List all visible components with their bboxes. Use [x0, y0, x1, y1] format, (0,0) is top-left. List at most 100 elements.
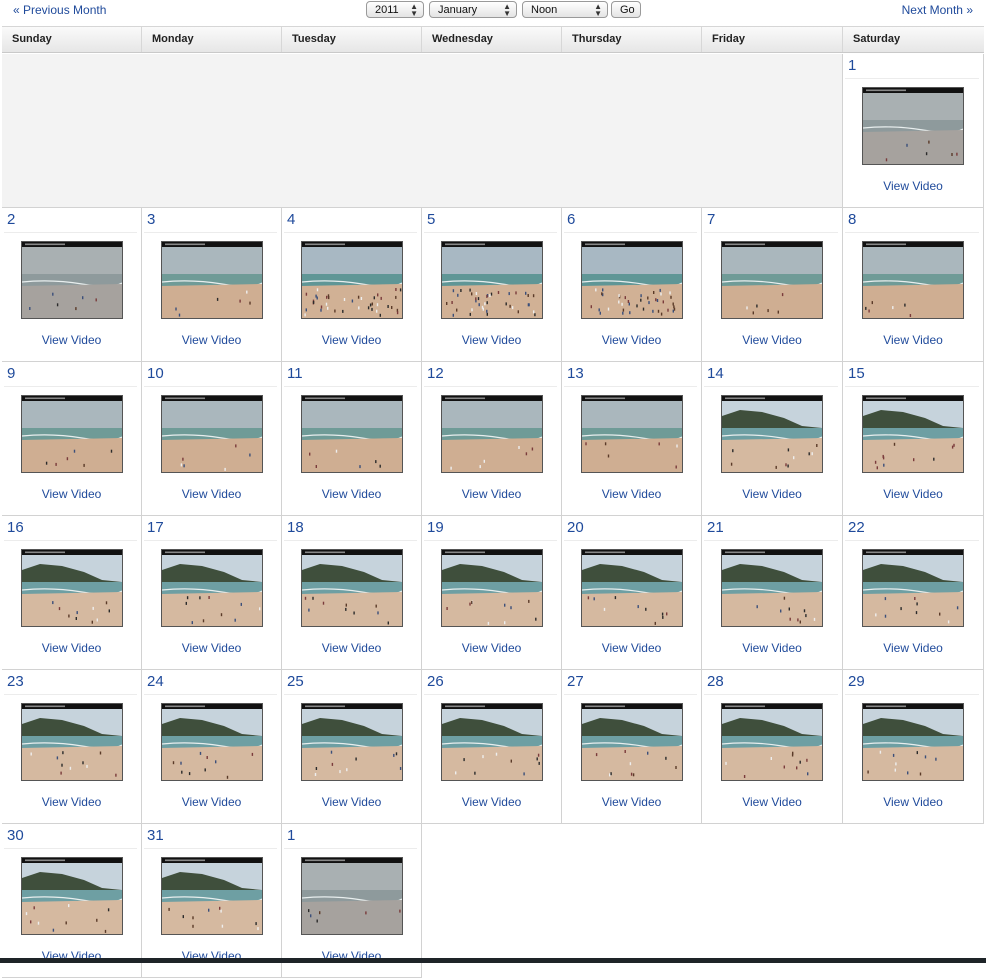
day-number[interactable]: 28 — [704, 673, 838, 695]
day-number[interactable]: 15 — [845, 365, 979, 387]
webcam-thumbnail[interactable] — [301, 857, 403, 935]
webcam-thumbnail[interactable] — [441, 395, 543, 473]
day-number[interactable]: 22 — [845, 519, 979, 541]
webcam-thumbnail[interactable] — [862, 87, 964, 165]
day-number[interactable]: 1 — [845, 57, 979, 79]
view-video-link[interactable]: View Video — [422, 795, 561, 809]
webcam-thumbnail[interactable] — [301, 549, 403, 627]
view-video-link[interactable]: View Video — [843, 179, 983, 193]
webcam-thumbnail[interactable] — [862, 703, 964, 781]
webcam-thumbnail[interactable] — [161, 395, 263, 473]
view-video-link[interactable]: View Video — [422, 487, 561, 501]
webcam-thumbnail[interactable] — [581, 549, 683, 627]
view-video-link[interactable]: View Video — [843, 641, 983, 655]
webcam-thumbnail[interactable] — [21, 241, 123, 319]
webcam-thumbnail[interactable] — [161, 703, 263, 781]
day-number[interactable]: 23 — [4, 673, 137, 695]
day-number[interactable]: 8 — [845, 211, 979, 233]
webcam-thumbnail[interactable] — [301, 395, 403, 473]
view-video-link[interactable]: View Video — [282, 795, 421, 809]
webcam-thumbnail[interactable] — [161, 549, 263, 627]
view-video-link[interactable]: View Video — [282, 487, 421, 501]
view-video-link[interactable]: View Video — [2, 641, 141, 655]
view-video-link[interactable]: View Video — [562, 333, 701, 347]
day-number[interactable]: 26 — [424, 673, 557, 695]
webcam-thumbnail[interactable] — [581, 395, 683, 473]
day-number[interactable]: 14 — [704, 365, 838, 387]
day-number[interactable]: 9 — [4, 365, 137, 387]
day-number[interactable]: 2 — [4, 211, 137, 233]
webcam-thumbnail[interactable] — [161, 241, 263, 319]
day-number[interactable]: 18 — [284, 519, 417, 541]
view-video-link[interactable]: View Video — [142, 487, 281, 501]
day-cell: 9 View Video — [2, 362, 142, 516]
month-select[interactable]: January ▲ ▼ — [429, 1, 517, 18]
view-video-link[interactable]: View Video — [843, 487, 983, 501]
view-video-link[interactable]: View Video — [562, 641, 701, 655]
day-number[interactable]: 17 — [144, 519, 277, 541]
year-select[interactable]: 2011 ▲ ▼ — [366, 1, 424, 18]
webcam-thumbnail[interactable] — [441, 241, 543, 319]
view-video-link[interactable]: View Video — [562, 487, 701, 501]
day-number[interactable]: 30 — [4, 827, 137, 849]
view-video-link[interactable]: View Video — [843, 333, 983, 347]
day-number[interactable]: 20 — [564, 519, 697, 541]
webcam-thumbnail[interactable] — [161, 857, 263, 935]
day-number[interactable]: 16 — [4, 519, 137, 541]
view-video-link[interactable]: View Video — [702, 487, 842, 501]
previous-month-link[interactable]: « Previous Month — [13, 3, 106, 17]
webcam-thumbnail[interactable] — [301, 241, 403, 319]
webcam-thumbnail[interactable] — [441, 549, 543, 627]
view-video-link[interactable]: View Video — [843, 795, 983, 809]
day-number[interactable]: 3 — [144, 211, 277, 233]
day-number[interactable]: 13 — [564, 365, 697, 387]
day-number[interactable]: 24 — [144, 673, 277, 695]
day-number[interactable]: 25 — [284, 673, 417, 695]
webcam-thumbnail[interactable] — [21, 395, 123, 473]
view-video-link[interactable]: View Video — [282, 333, 421, 347]
view-video-link[interactable]: View Video — [2, 333, 141, 347]
day-number[interactable]: 29 — [845, 673, 979, 695]
view-video-link[interactable]: View Video — [422, 641, 561, 655]
view-video-link[interactable]: View Video — [562, 795, 701, 809]
next-month-link[interactable]: Next Month » — [902, 3, 973, 17]
view-video-link[interactable]: View Video — [142, 641, 281, 655]
view-video-link[interactable]: View Video — [702, 795, 842, 809]
webcam-thumbnail[interactable] — [441, 703, 543, 781]
day-number[interactable]: 12 — [424, 365, 557, 387]
time-select[interactable]: Noon ▲ ▼ — [522, 1, 608, 18]
webcam-thumbnail[interactable] — [862, 241, 964, 319]
webcam-thumbnail[interactable] — [862, 549, 964, 627]
view-video-link[interactable]: View Video — [702, 641, 842, 655]
webcam-thumbnail[interactable] — [581, 703, 683, 781]
view-video-link[interactable]: View Video — [2, 795, 141, 809]
day-number[interactable]: 27 — [564, 673, 697, 695]
webcam-thumbnail[interactable] — [721, 703, 823, 781]
view-video-link[interactable]: View Video — [142, 333, 281, 347]
day-number[interactable]: 7 — [704, 211, 838, 233]
webcam-thumbnail[interactable] — [862, 395, 964, 473]
day-number[interactable]: 21 — [704, 519, 838, 541]
view-video-link[interactable]: View Video — [282, 641, 421, 655]
webcam-thumbnail[interactable] — [21, 549, 123, 627]
webcam-thumbnail[interactable] — [721, 395, 823, 473]
webcam-thumbnail[interactable] — [301, 703, 403, 781]
view-video-link[interactable]: View Video — [2, 487, 141, 501]
webcam-thumbnail[interactable] — [721, 241, 823, 319]
webcam-thumbnail[interactable] — [21, 703, 123, 781]
webcam-thumbnail[interactable] — [21, 857, 123, 935]
day-number[interactable]: 19 — [424, 519, 557, 541]
webcam-thumbnail[interactable] — [581, 241, 683, 319]
day-number[interactable]: 31 — [144, 827, 277, 849]
go-button[interactable]: Go — [611, 1, 641, 18]
view-video-link[interactable]: View Video — [142, 795, 281, 809]
day-number[interactable]: 10 — [144, 365, 277, 387]
day-number[interactable]: 4 — [284, 211, 417, 233]
day-number[interactable]: 11 — [284, 365, 417, 387]
day-number[interactable]: 1 — [284, 827, 417, 849]
view-video-link[interactable]: View Video — [422, 333, 561, 347]
webcam-thumbnail[interactable] — [721, 549, 823, 627]
view-video-link[interactable]: View Video — [702, 333, 842, 347]
day-number[interactable]: 6 — [564, 211, 697, 233]
day-number[interactable]: 5 — [424, 211, 557, 233]
